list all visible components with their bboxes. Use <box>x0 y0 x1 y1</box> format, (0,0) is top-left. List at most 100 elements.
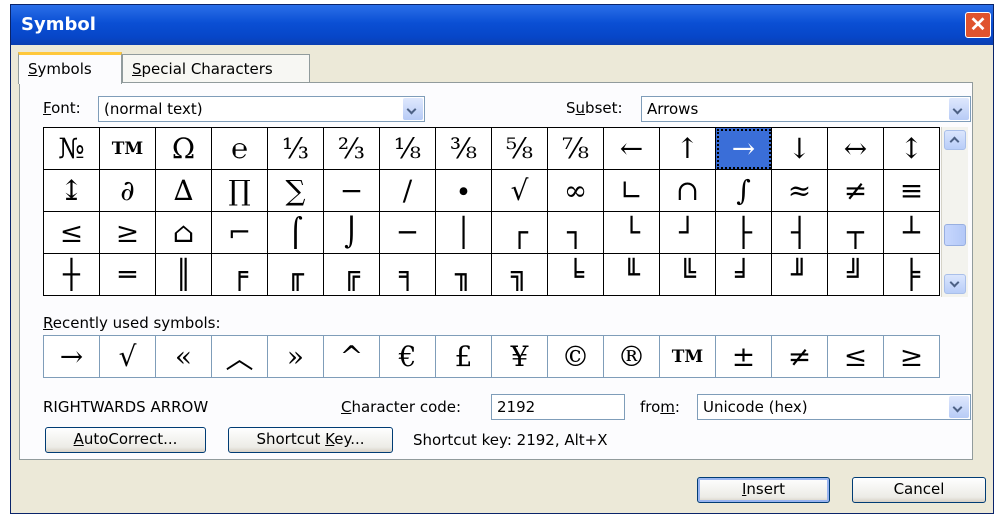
autocorrect-button[interactable]: AutoCorrect... <box>45 427 206 453</box>
scroll-down-button[interactable] <box>944 274 966 294</box>
tab-special-characters[interactable]: Special Characters <box>122 54 310 82</box>
symbol-cell[interactable]: ∑ <box>268 170 324 212</box>
recent-symbol-cell[interactable]: TM <box>660 336 716 378</box>
symbol-cell[interactable]: Ω <box>156 128 212 170</box>
insert-button[interactable]: Insert <box>697 477 830 503</box>
symbol-cell[interactable]: ═ <box>100 254 156 296</box>
recent-symbol-cell[interactable]: √ <box>100 336 156 378</box>
symbol-cell[interactable]: ⌂ <box>156 212 212 254</box>
recent-symbol-cell[interactable]: ︿ <box>212 336 268 378</box>
symbol-cell[interactable]: ≠ <box>828 170 884 212</box>
symbol-cell[interactable]: ↓ <box>772 128 828 170</box>
symbol-cell[interactable]: ⅓ <box>268 128 324 170</box>
symbol-cell[interactable]: ┌ <box>492 212 548 254</box>
close-button[interactable]: ✕ <box>965 12 991 38</box>
chevron-down-icon[interactable] <box>949 98 969 120</box>
symbol-cell[interactable]: ∙ <box>436 170 492 212</box>
symbol-cell[interactable]: ╞ <box>884 254 940 296</box>
symbol-cell[interactable]: ∟ <box>604 170 660 212</box>
tab-symbols[interactable]: Symbols <box>18 52 122 84</box>
recent-symbol-cell[interactable]: ≥ <box>884 336 940 378</box>
recent-symbol-cell[interactable]: « <box>156 336 212 378</box>
symbol-cell[interactable]: ∆ <box>156 170 212 212</box>
chevron-down-icon[interactable] <box>949 396 969 418</box>
symbol-cell[interactable]: ⌠ <box>268 212 324 254</box>
symbol-cell[interactable]: ∏ <box>212 170 268 212</box>
symbol-cell[interactable]: ╜ <box>772 254 828 296</box>
close-icon: ✕ <box>969 14 987 36</box>
symbol-cell[interactable]: ↕ <box>884 128 940 170</box>
symbol-cell[interactable]: ℮ <box>212 128 268 170</box>
recent-symbol-cell[interactable]: → <box>44 336 100 378</box>
symbol-cell[interactable]: ╚ <box>660 254 716 296</box>
shortcut-key-button[interactable]: Shortcut Key... <box>228 427 393 453</box>
symbol-cell[interactable]: ⅞ <box>548 128 604 170</box>
symbol-cell[interactable]: ≤ <box>44 212 100 254</box>
symbol-cell[interactable]: TM <box>100 128 156 170</box>
recent-symbol-cell[interactable]: » <box>268 336 324 378</box>
symbol-cell[interactable]: └ <box>604 212 660 254</box>
title-bar[interactable]: Symbol ✕ <box>11 5 993 45</box>
recent-symbol-cell[interactable]: ≠ <box>772 336 828 378</box>
symbol-cell[interactable]: ← <box>604 128 660 170</box>
symbol-cell[interactable]: ≈ <box>772 170 828 212</box>
symbol-cell[interactable]: √ <box>492 170 548 212</box>
chevron-down-icon[interactable] <box>403 98 423 120</box>
symbol-cell[interactable]: ↑ <box>660 128 716 170</box>
symbol-cell[interactable]: ╔ <box>324 254 380 296</box>
symbol-cell[interactable]: ┐ <box>548 212 604 254</box>
symbol-cell[interactable]: ╗ <box>492 254 548 296</box>
symbol-cell[interactable]: № <box>44 128 100 170</box>
symbol-cell[interactable]: ─ <box>380 212 436 254</box>
symbol-cell[interactable]: ╝ <box>828 254 884 296</box>
font-select[interactable]: (normal text) <box>98 96 425 122</box>
symbol-cell[interactable]: ↔ <box>828 128 884 170</box>
symbol-cell[interactable]: ∞ <box>548 170 604 212</box>
symbol-cell[interactable]: ┘ <box>660 212 716 254</box>
symbol-cell[interactable]: → <box>716 128 772 170</box>
symbol-cell[interactable]: ║ <box>156 254 212 296</box>
symbol-cell[interactable]: ∂ <box>100 170 156 212</box>
symbol-cell[interactable]: ┬ <box>828 212 884 254</box>
symbol-grid-scrollbar[interactable] <box>941 127 968 297</box>
symbol-cell[interactable]: ⅔ <box>324 128 380 170</box>
symbol-cell[interactable]: ⌐ <box>212 212 268 254</box>
symbol-cell[interactable]: ┤ <box>772 212 828 254</box>
recent-symbol-cell[interactable]: ® <box>604 336 660 378</box>
recent-symbol-cell[interactable]: ¥ <box>492 336 548 378</box>
from-select[interactable]: Unicode (hex) <box>697 394 971 420</box>
recent-symbol-cell[interactable]: £ <box>436 336 492 378</box>
symbol-cell[interactable]: │ <box>436 212 492 254</box>
symbol-cell[interactable]: ╒ <box>212 254 268 296</box>
symbol-cell[interactable]: ┼ <box>44 254 100 296</box>
symbol-cell[interactable]: − <box>324 170 380 212</box>
scroll-thumb[interactable] <box>944 224 966 246</box>
symbol-cell[interactable]: ∕ <box>380 170 436 212</box>
symbol-cell[interactable]: ≥ <box>100 212 156 254</box>
symbol-cell[interactable]: ├ <box>716 212 772 254</box>
symbol-cell[interactable]: ╘ <box>548 254 604 296</box>
symbol-cell[interactable]: ┴ <box>884 212 940 254</box>
symbol-cell[interactable]: ∫ <box>716 170 772 212</box>
symbol-cell[interactable]: ╕ <box>380 254 436 296</box>
symbol-cell[interactable]: ⌡ <box>324 212 380 254</box>
symbol-cell[interactable]: ≡ <box>884 170 940 212</box>
subset-select[interactable]: Arrows <box>641 96 971 122</box>
symbol-cell[interactable]: ⅜ <box>436 128 492 170</box>
symbol-cell[interactable]: ⅝ <box>492 128 548 170</box>
recent-symbol-cell[interactable]: ^ <box>324 336 380 378</box>
recent-symbol-cell[interactable]: € <box>380 336 436 378</box>
symbol-cell[interactable]: ⅛ <box>380 128 436 170</box>
symbol-cell[interactable]: ╛ <box>716 254 772 296</box>
symbol-cell[interactable]: ↨ <box>44 170 100 212</box>
recent-symbol-cell[interactable]: ± <box>716 336 772 378</box>
character-code-field[interactable]: 2192 <box>491 394 625 420</box>
symbol-cell[interactable]: ╙ <box>604 254 660 296</box>
symbol-cell[interactable]: ╖ <box>436 254 492 296</box>
symbol-cell[interactable]: ╓ <box>268 254 324 296</box>
scroll-up-button[interactable] <box>944 130 966 150</box>
symbol-cell[interactable]: ∩ <box>660 170 716 212</box>
recent-symbol-cell[interactable]: © <box>548 336 604 378</box>
cancel-button[interactable]: Cancel <box>852 477 986 503</box>
recent-symbol-cell[interactable]: ≤ <box>828 336 884 378</box>
